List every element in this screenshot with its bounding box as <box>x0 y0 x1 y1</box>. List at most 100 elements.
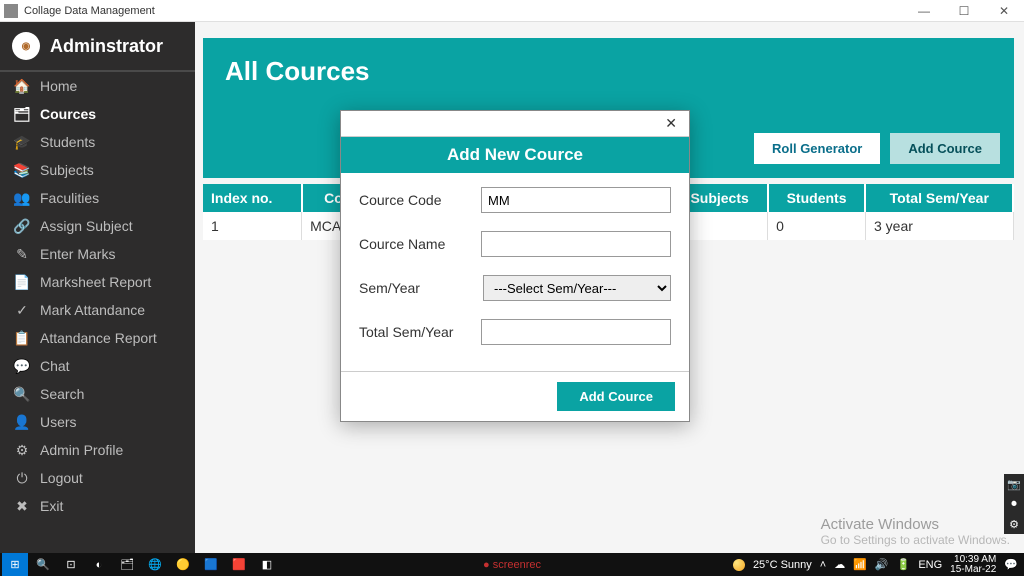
notifications-icon[interactable]: 💬 <box>1004 558 1018 571</box>
sidebar-item-cources[interactable]: 🗂 Cources <box>0 100 195 128</box>
sidebar-item-chat[interactable]: 💬 Chat <box>0 352 195 380</box>
add-cource-button[interactable]: Add Cource <box>890 133 1000 164</box>
column-header: Total Sem/Year <box>865 184 1013 212</box>
sidebar-item-admin-profile[interactable]: ⚙ Admin Profile <box>0 436 195 464</box>
minimize-button[interactable]: — <box>904 0 944 22</box>
sidebar-item-search[interactable]: 🔍 Search <box>0 380 195 408</box>
sidebar-item-label: Cources <box>40 106 96 122</box>
taskbar-edge-icon[interactable]: 🌐 <box>142 553 168 576</box>
column-header: Index no. <box>203 184 302 212</box>
sidebar-item-label: Chat <box>40 358 70 374</box>
total-semyear-input[interactable] <box>481 319 671 345</box>
dialog-title: Add New Cource <box>341 137 689 173</box>
sidebar-item-students[interactable]: 🎓 Students <box>0 128 195 156</box>
sidebar-item-label: Students <box>40 134 95 150</box>
tray-chevron-icon[interactable]: ˄ <box>820 559 826 571</box>
sidebar-item-subjects[interactable]: 📚 Subjects <box>0 156 195 184</box>
start-button[interactable]: ⊞ <box>2 553 28 576</box>
sidebar-item-logout[interactable]: ⏻ Logout <box>0 464 195 492</box>
taskbar-taskview-icon[interactable]: ⊡ <box>58 553 84 576</box>
sidebar-item-mark-attandance[interactable]: ✓ Mark Attandance <box>0 296 195 324</box>
tray-wifi-icon[interactable]: 📶 <box>853 558 867 571</box>
sidebar-item-cources-icon: 🗂 <box>14 106 30 122</box>
cource-code-input[interactable] <box>481 187 671 213</box>
roll-generator-button[interactable]: Roll Generator <box>754 133 880 164</box>
sidebar-header: ◉ Adminstrator <box>0 22 195 72</box>
sidebar-item-label: Attandance Report <box>40 330 157 346</box>
sidebar-item-marksheet-report[interactable]: 📄 Marksheet Report <box>0 268 195 296</box>
sidebar-item-mark-attandance-icon: ✓ <box>14 302 30 318</box>
weather-text[interactable]: 25°C Sunny <box>753 559 812 571</box>
sidebar-item-assign-subject[interactable]: 🔗 Assign Subject <box>0 212 195 240</box>
windows-taskbar[interactable]: ⊞ 🔍 ⊡ ◐ 🗂 🌐 🟡 🟦 🟥 ◧ ● screenrec 25°C Sun… <box>0 553 1024 576</box>
close-window-button[interactable]: ✕ <box>984 0 1024 22</box>
screenrec-settings-icon[interactable]: ⚙ <box>1004 514 1024 534</box>
sidebar-item-home[interactable]: 🏠 Home <box>0 72 195 100</box>
sidebar-title: Adminstrator <box>50 36 163 57</box>
semyear-label: Sem/Year <box>359 280 469 296</box>
maximize-button[interactable]: ☐ <box>944 0 984 22</box>
add-cource-dialog: ✕ Add New Cource Cource Code Cource Name… <box>340 110 690 422</box>
sidebar-item-enter-marks[interactable]: ✎ Enter Marks <box>0 240 195 268</box>
sidebar-item-label: Logout <box>40 470 83 486</box>
sidebar-item-users[interactable]: 👤Users <box>0 408 195 436</box>
weather-icon <box>733 559 745 571</box>
college-logo-icon: ◉ <box>12 32 40 60</box>
window-titlebar: Collage Data Management — ☐ ✕ <box>0 0 1024 22</box>
cource-code-label: Cource Code <box>359 192 467 208</box>
sidebar-item-exit[interactable]: ✖Exit <box>0 492 195 520</box>
dialog-add-cource-button[interactable]: Add Cource <box>557 382 675 411</box>
sidebar-item-attandance-report-icon: 📋 <box>14 330 30 346</box>
semyear-select[interactable]: ---Select Sem/Year--- <box>483 275 671 301</box>
taskbar-chrome-icon[interactable]: 🟡 <box>170 553 196 576</box>
sidebar-item-admin-profile-icon: ⚙ <box>14 442 30 458</box>
total-semyear-label: Total Sem/Year <box>359 324 467 340</box>
sidebar-item-search-icon: 🔍 <box>14 386 30 402</box>
screenrec-record-icon[interactable]: ⏺ <box>1004 494 1024 514</box>
tray-language-icon[interactable]: ENG <box>918 559 942 571</box>
sidebar-item-label: Home <box>40 78 77 94</box>
sidebar-item-users-icon: 👤 <box>14 414 30 430</box>
tray-volume-icon[interactable]: 🔊 <box>875 558 889 571</box>
sidebar-item-logout-icon: ⏻ <box>14 470 30 486</box>
taskbar-clock[interactable]: 10:39 AM 15-Mar-22 <box>950 555 996 575</box>
screenrec-camera-icon[interactable]: 📷 <box>1004 474 1024 494</box>
sidebar-item-faculities[interactable]: 👥 Faculities <box>0 184 195 212</box>
sidebar-item-marksheet-report-icon: 📄 <box>14 274 30 290</box>
column-header: Students <box>768 184 866 212</box>
page-title: All Cources <box>225 56 992 87</box>
sidebar-item-students-icon: 🎓 <box>14 134 30 150</box>
taskbar-eclipse-icon[interactable]: ◐ <box>86 553 112 576</box>
sidebar: ◉ Adminstrator 🏠 Home 🗂 Cources 🎓 Students 📚 Su… <box>0 22 195 553</box>
sidebar-item-subjects-icon: 📚 <box>14 162 30 178</box>
tray-battery-icon[interactable]: 🔋 <box>897 558 911 571</box>
tray-onedrive-icon[interactable]: ☁ <box>834 558 845 571</box>
sidebar-item-label: Enter Marks <box>40 246 115 262</box>
sidebar-item-label: Faculities <box>40 190 99 206</box>
sidebar-item-enter-marks-icon: ✎ <box>14 246 30 262</box>
taskbar-explorer-icon[interactable]: 🗂 <box>114 553 140 576</box>
cource-name-input[interactable] <box>481 231 671 257</box>
sidebar-item-chat-icon: 💬 <box>14 358 30 374</box>
dialog-close-button[interactable]: ✕ <box>659 115 683 132</box>
sidebar-item-label: Search <box>40 386 84 402</box>
sidebar-item-assign-subject-icon: 🔗 <box>14 218 30 234</box>
sidebar-item-label: Subjects <box>40 162 94 178</box>
screenrec-toolbar[interactable]: 📷 ⏺ ⚙ <box>1004 474 1024 534</box>
screenrec-indicator: ● screenrec <box>483 559 541 571</box>
taskbar-app1-icon[interactable]: 🟦 <box>198 553 224 576</box>
app-icon <box>4 4 18 18</box>
cource-name-label: Cource Name <box>359 236 467 252</box>
sidebar-item-label: Assign Subject <box>40 218 133 234</box>
sidebar-item-faculities-icon: 👥 <box>14 190 30 206</box>
taskbar-app3-icon[interactable]: ◧ <box>254 553 280 576</box>
sidebar-item-label: Admin Profile <box>40 442 123 458</box>
taskbar-app2-icon[interactable]: 🟥 <box>226 553 252 576</box>
sidebar-item-exit-icon: ✖ <box>14 498 30 514</box>
sidebar-item-attandance-report[interactable]: 📋 Attandance Report <box>0 324 195 352</box>
sidebar-item-label: Mark Attandance <box>40 302 145 318</box>
window-title-text: Collage Data Management <box>24 5 155 17</box>
taskbar-search-icon[interactable]: 🔍 <box>30 553 56 576</box>
sidebar-item-label: Marksheet Report <box>40 274 151 290</box>
sidebar-item-home-icon: 🏠 <box>14 78 30 94</box>
